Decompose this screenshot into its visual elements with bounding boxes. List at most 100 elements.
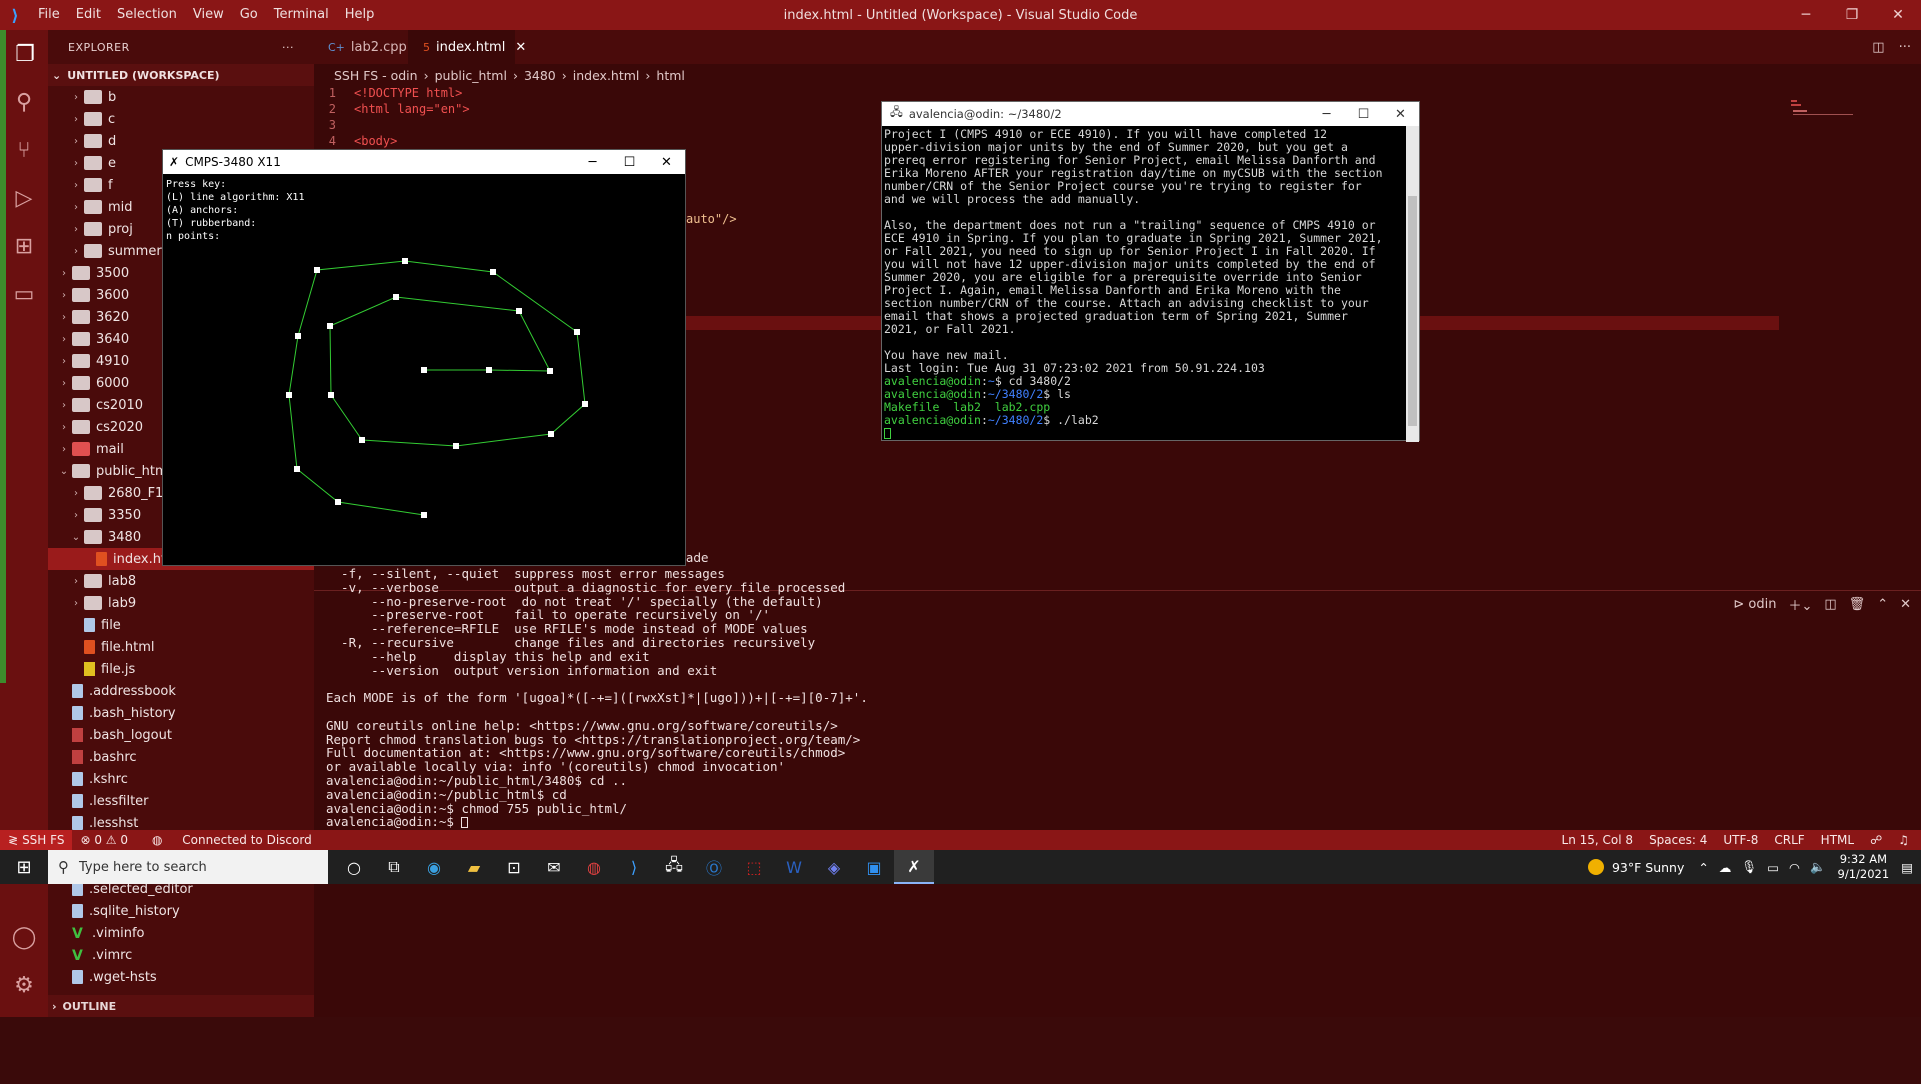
close-icon[interactable]: ✕ [1875,0,1921,30]
tree-item[interactable]: .lessfilter [48,790,314,812]
tree-item[interactable]: .bashrc [48,746,314,768]
new-terminal-icon[interactable]: ＋⌄ [1788,595,1812,614]
discord-taskbar-icon[interactable]: ◈ [814,850,854,884]
minimize-icon[interactable]: ─ [1308,102,1345,126]
chrome-icon[interactable]: ◍ [574,850,614,884]
breadcrumb-item[interactable]: html [656,68,684,83]
anchor-point[interactable] [359,437,365,443]
xming-icon[interactable]: ✗ [894,850,934,884]
encoding[interactable]: UTF-8 [1715,833,1766,847]
explorer-icon[interactable]: ❐ [0,30,48,78]
discord-status[interactable]: ◍ Connected to Discord [136,833,328,847]
anchor-point[interactable] [295,333,301,339]
file-explorer-icon[interactable]: ▰ [454,850,494,884]
clock[interactable]: 9:32 AM 9/1/2021 [1838,852,1890,882]
battery-icon[interactable]: ▭ [1767,860,1779,875]
problems-indicator[interactable]: ⊗ 0 ⚠ 0 [72,833,136,847]
tree-item[interactable]: › c [48,108,314,130]
close-icon[interactable]: ✕ [648,150,685,174]
anchor-point[interactable] [421,512,427,518]
tree-item[interactable]: .kshrc [48,768,314,790]
scrollbar[interactable] [1406,126,1419,442]
cortana-icon[interactable]: ○ [334,850,374,884]
taskbar-search[interactable]: ⚲ Type here to search [48,850,328,884]
volume-icon[interactable]: 🔈 [1810,859,1826,875]
outline-section[interactable]: › OUTLINE [48,995,314,1017]
minimize-icon[interactable]: ─ [574,150,611,174]
remote-explorer-icon[interactable]: ▭ [0,270,48,318]
zoom-icon[interactable]: ▣ [854,850,894,884]
anchor-point[interactable] [327,323,333,329]
anchor-point[interactable] [335,499,341,505]
maximize-panel-icon[interactable]: ⌃ [1877,597,1888,612]
microphone-icon[interactable]: 🎙 [1741,859,1757,875]
anchor-point[interactable] [516,308,522,314]
anchor-point[interactable] [453,443,459,449]
gear-icon[interactable]: ⚙ [0,961,48,1009]
anchor-point[interactable] [548,431,554,437]
restore-icon[interactable]: ❐ [1829,0,1875,30]
windows-start-icon[interactable]: ⊞ [0,850,48,884]
menu-terminal[interactable]: Terminal [266,0,337,30]
minimize-icon[interactable]: ─ [1783,0,1829,30]
breadcrumb-item[interactable]: SSH FS - odin [334,68,418,83]
maximize-icon[interactable]: ☐ [611,150,648,174]
putty-taskbar-icon[interactable]: 🖧 [654,850,694,884]
anchor-point[interactable] [574,329,580,335]
anchor-point[interactable] [314,267,320,273]
terminal-shell-label[interactable]: ⊳ odin [1733,597,1776,612]
tree-item[interactable]: .wget-hsts [48,966,314,988]
tree-item[interactable]: .sqlite_history [48,900,314,922]
indentation[interactable]: Spaces: 4 [1641,833,1715,847]
terminal-output[interactable]: -f, --silent, --quiet suppress most erro… [326,567,868,829]
anchor-point[interactable] [286,392,292,398]
trash-icon[interactable]: 🗑 [1849,597,1866,612]
putty-terminal[interactable]: Project I (CMPS 4910 or ECE 4910). If yo… [884,128,1406,440]
minimap[interactable] [1791,100,1891,140]
anchor-point[interactable] [402,258,408,264]
account-icon[interactable]: ◯ [0,913,48,961]
bell-icon[interactable]: ♫ [1890,833,1917,847]
menu-selection[interactable]: Selection [109,0,185,30]
vscode-icon[interactable]: ⟩ [614,850,654,884]
anchor-point[interactable] [393,294,399,300]
anchor-point[interactable] [547,368,553,374]
tree-item[interactable]: › lab8 [48,570,314,592]
search-icon[interactable]: ⚲ [0,78,48,126]
remote-indicator[interactable]: ≷ SSH FS [0,830,73,850]
tree-item[interactable]: .bash_logout [48,724,314,746]
line-ending[interactable]: CRLF [1766,833,1812,847]
acrobat-icon[interactable]: ⬚ [734,850,774,884]
tree-item[interactable]: file [48,614,314,636]
tree-item[interactable]: file.html [48,636,314,658]
tree-item[interactable]: .addressbook [48,680,314,702]
language-mode[interactable]: HTML [1813,833,1862,847]
tray-arrow-icon[interactable]: ⌃ [1698,860,1708,875]
store-icon[interactable]: ⊡ [494,850,534,884]
anchor-point[interactable] [490,269,496,275]
anchor-point[interactable] [582,401,588,407]
breadcrumb-item[interactable]: public_html [435,68,507,83]
anchor-point[interactable] [294,466,300,472]
close-icon[interactable]: ✕ [1382,102,1419,126]
edge-icon[interactable]: ◉ [414,850,454,884]
feedback-icon[interactable]: ☍ [1862,833,1890,847]
close-tab-icon[interactable]: ✕ [515,40,526,55]
tree-item[interactable]: V .viminfo [48,922,314,944]
maximize-icon[interactable]: ☐ [1345,102,1382,126]
tab-index-html[interactable]: 5 index.html ✕ [409,30,526,64]
anchor-point[interactable] [421,367,427,373]
anchor-point[interactable] [328,392,334,398]
word-icon[interactable]: W [774,850,814,884]
menu-file[interactable]: File [30,0,68,30]
mail-icon[interactable]: ✉ [534,850,574,884]
anchor-point[interactable] [486,367,492,373]
menu-view[interactable]: View [185,0,232,30]
breadcrumb-item[interactable]: 3480 [524,68,556,83]
run-debug-icon[interactable]: ▷ [0,174,48,222]
workspace-header[interactable]: ⌄ UNTITLED (WORKSPACE) [48,64,314,86]
cursor-position[interactable]: Ln 15, Col 8 [1554,833,1642,847]
menu-help[interactable]: Help [337,0,383,30]
outlook-icon[interactable]: Ⓞ [694,850,734,884]
tree-item[interactable]: › b [48,86,314,108]
